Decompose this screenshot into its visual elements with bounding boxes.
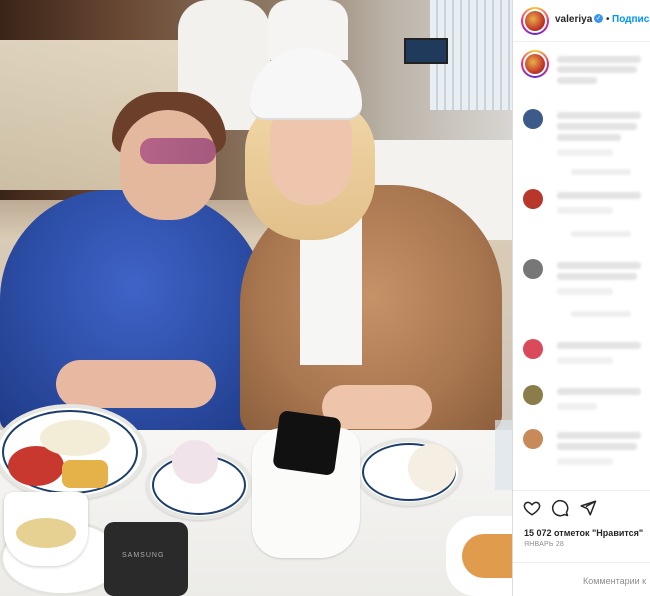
avatar-image (525, 54, 545, 74)
cheese-dessert (40, 420, 110, 456)
comment-meta (557, 403, 597, 410)
comment-text (557, 134, 621, 141)
comment-input-placeholder[interactable]: Комментарии к (583, 576, 646, 586)
comment-text (557, 192, 641, 199)
tea (16, 518, 76, 548)
caption-avatar[interactable] (521, 50, 549, 78)
commenter-avatar[interactable] (523, 259, 543, 279)
separator-dot: • (606, 14, 610, 25)
list-item (513, 189, 650, 247)
list-item (513, 109, 650, 175)
post-photo[interactable]: SAMSUNG (0, 0, 512, 596)
comment-meta (557, 458, 613, 465)
post-side-panel: valeriya ✓ • Подписа (512, 0, 650, 596)
comment-text (557, 123, 637, 130)
comment-text (557, 273, 637, 280)
commenter-avatar[interactable] (523, 385, 543, 405)
author-avatar[interactable] (521, 7, 549, 35)
list-item (513, 385, 650, 425)
comment-meta (557, 149, 613, 156)
likes-count[interactable]: 15 072 отметок "Нравится" (524, 528, 643, 538)
verified-badge-icon: ✓ (594, 14, 603, 23)
samsung-phone (104, 522, 188, 596)
heart-icon[interactable] (523, 499, 541, 517)
black-phone (272, 409, 342, 477)
commenter-avatar[interactable] (523, 339, 543, 359)
follow-button[interactable]: Подписа (612, 14, 650, 25)
comments-list[interactable] (513, 43, 650, 483)
post-actions (513, 490, 650, 520)
pastry (62, 460, 108, 488)
sunglasses (140, 138, 216, 164)
avatar-image (525, 11, 545, 31)
comment-text (557, 432, 641, 439)
comment-input-bar[interactable]: Комментарии к (513, 562, 650, 596)
comment-text (557, 388, 641, 395)
paper-plane-icon[interactable] (579, 499, 597, 517)
water-glass (495, 420, 512, 490)
comment-text (557, 112, 641, 119)
dumpling (408, 444, 456, 492)
comment-text (557, 342, 641, 349)
list-item (513, 259, 650, 317)
comment-text (557, 443, 637, 450)
view-replies[interactable] (571, 311, 631, 317)
view-replies[interactable] (571, 169, 631, 175)
soup (462, 534, 512, 578)
post-header: valeriya ✓ • Подписа (513, 0, 650, 42)
comment-text (557, 262, 641, 269)
caption (513, 50, 650, 90)
caption-text (557, 77, 597, 84)
comment-meta (557, 357, 613, 364)
woman-face-left (120, 110, 216, 220)
view-replies[interactable] (571, 231, 631, 237)
commenter-avatar[interactable] (523, 429, 543, 449)
caption-text (557, 66, 637, 73)
author-username[interactable]: valeriya (555, 14, 592, 25)
comment-icon[interactable] (551, 499, 569, 517)
hands-left (56, 360, 216, 408)
dumpling (172, 440, 218, 484)
list-item (513, 339, 650, 379)
commenter-avatar[interactable] (523, 189, 543, 209)
monitor (404, 38, 448, 64)
list-item (513, 429, 650, 479)
comment-meta (557, 207, 613, 214)
commenter-avatar[interactable] (523, 109, 543, 129)
phone-brand-label: SAMSUNG (122, 552, 165, 559)
post-date[interactable]: ЯНВАРЬ 28 (524, 541, 564, 548)
comment-meta (557, 288, 613, 295)
caption-text (557, 56, 641, 63)
